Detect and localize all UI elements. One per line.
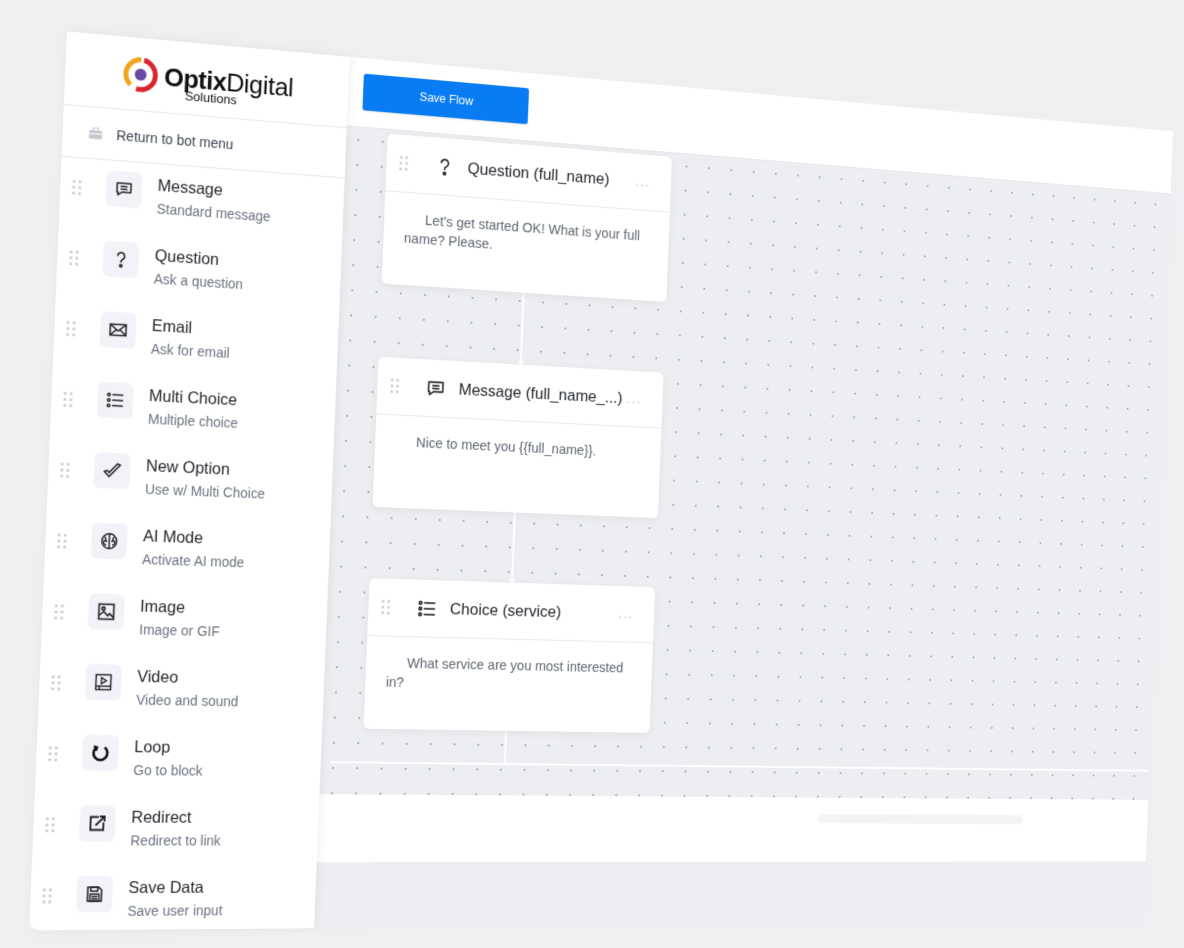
block-subtitle: Ask for email [150,340,230,361]
flow-node-question[interactable]: Question (full_name) ··· Let's get start… [381,133,673,302]
node-title: Question (full_name) [467,158,610,188]
drag-handle-icon[interactable] [72,179,85,196]
block-subtitle: Image or GIF [138,621,220,640]
save-flow-button[interactable]: Save Flow [362,73,530,125]
drag-handle-icon[interactable] [45,817,58,833]
return-label: Return to bot menu [116,126,234,152]
flow-canvas[interactable]: Question (full_name) ··· Let's get start… [319,126,1171,800]
block-subtitle: Multiple choice [147,410,239,431]
video-icon [93,672,114,692]
block-title: AI Mode [142,527,204,548]
block-item-ai-mode[interactable]: AI Mode Activate AI mode [43,519,330,598]
node-menu-button[interactable]: ··· [618,609,634,624]
drag-handle-icon[interactable] [381,599,393,615]
flow-builder-app: OptixDigital Solutions Return to bot men… [29,31,1173,931]
list-icon [416,597,437,619]
block-title: Multi Choice [148,387,238,410]
block-subtitle: Use w/ Multi Choice [144,481,266,502]
block-title: Video [136,668,179,687]
block-title: New Option [145,457,231,479]
block-subtitle: Activate AI mode [141,551,245,571]
drag-handle-icon[interactable] [42,888,55,904]
block-title: Redirect [131,808,192,827]
drag-handle-icon[interactable] [390,378,402,394]
brain-icon [99,531,120,552]
connector-line [330,761,1171,773]
block-subtitle: Video and sound [135,691,239,710]
connector-line [503,728,508,764]
block-item-redirect[interactable]: Redirect Redirect to link [31,803,319,874]
block-subtitle: Redirect to link [130,832,222,849]
image-icon [96,601,117,621]
node-menu-button[interactable]: ··· [626,393,642,409]
drag-handle-icon[interactable] [48,746,61,762]
chat-bubble-icon [425,377,446,399]
main-area: Save Flow Question (full_name) ··· Let's… [314,56,1173,928]
block-title: Question [154,247,220,269]
chat-bubble-icon [114,179,135,200]
block-palette: Message Standard message Question Ask a qu… [28,157,344,946]
double-check-icon [102,460,123,481]
bottom-bar [316,794,1149,863]
connector-line [519,292,525,367]
node-title: Choice (service) [449,599,562,621]
brand-tagline: Solutions [184,87,237,107]
external-link-icon [87,813,108,833]
node-title: Message (full_name_...) [458,379,623,407]
block-item-loop[interactable]: Loop Go to block [34,732,321,805]
briefcase-icon [89,127,103,140]
node-menu-button[interactable]: ··· [635,176,650,192]
block-title: Image [139,597,186,617]
drag-handle-icon[interactable] [69,250,82,266]
drag-handle-icon[interactable] [63,391,76,408]
envelope-icon [108,319,129,340]
question-mark-icon [434,155,455,178]
list-icon [105,390,126,411]
node-body-text: What service are you most interested in? [385,656,624,691]
drag-handle-icon[interactable] [51,675,64,691]
block-title: Email [151,317,193,338]
loop-icon [90,743,111,763]
block-subtitle: Save user input [127,902,223,919]
connector-line [511,510,516,585]
drag-handle-icon[interactable] [57,533,70,549]
flow-node-message[interactable]: Message (full_name_...) ··· Nice to meet… [372,356,664,519]
flow-node-choice[interactable]: Choice (service) ··· What service are yo… [363,578,656,733]
floppy-disk-icon [84,884,105,904]
drag-handle-icon[interactable] [54,604,67,620]
block-item-new-option[interactable]: New Option Use w/ Multi Choice [46,448,333,529]
horizontal-scrollbar[interactable] [817,814,1024,825]
block-title: Save Data [128,878,205,897]
question-mark-icon [111,249,132,270]
block-item-image[interactable]: Image Image or GIF [40,590,327,667]
drag-handle-icon[interactable] [60,462,73,478]
sidebar: OptixDigital Solutions Return to bot men… [29,31,350,931]
block-subtitle: Go to block [133,762,203,779]
block-item-video[interactable]: Video Video and sound [37,661,324,736]
block-subtitle: Ask a question [153,270,244,293]
drag-handle-icon[interactable] [66,320,79,337]
logo-mark-icon [122,55,159,94]
drag-handle-icon[interactable] [399,155,411,171]
block-item-multi-choice[interactable]: Multi Choice Multiple choice [49,377,336,461]
block-item-save-data[interactable]: Save Data Save user input [28,874,316,946]
block-title: Loop [133,738,171,757]
